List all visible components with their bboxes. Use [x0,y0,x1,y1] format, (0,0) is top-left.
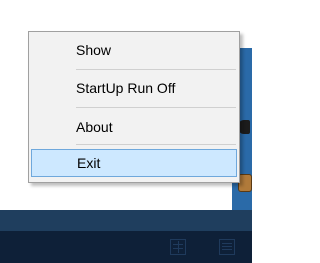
taskbar [0,231,252,263]
menu-separator [76,144,236,145]
taskbar-top-edge [0,210,252,231]
menu-separator [76,69,236,70]
reader-icon[interactable] [170,239,186,255]
menu-item-about[interactable]: About [31,113,237,141]
menu-item-startup-run-off[interactable]: StartUp Run Off [31,74,237,102]
menu-separator [76,107,236,108]
app-icon[interactable] [238,174,252,192]
menu-item-exit[interactable]: Exit [31,149,237,177]
list-icon[interactable] [219,239,235,255]
tray-context-menu: Show StartUp Run Off About Exit [28,31,240,183]
menu-item-show[interactable]: Show [31,36,237,64]
